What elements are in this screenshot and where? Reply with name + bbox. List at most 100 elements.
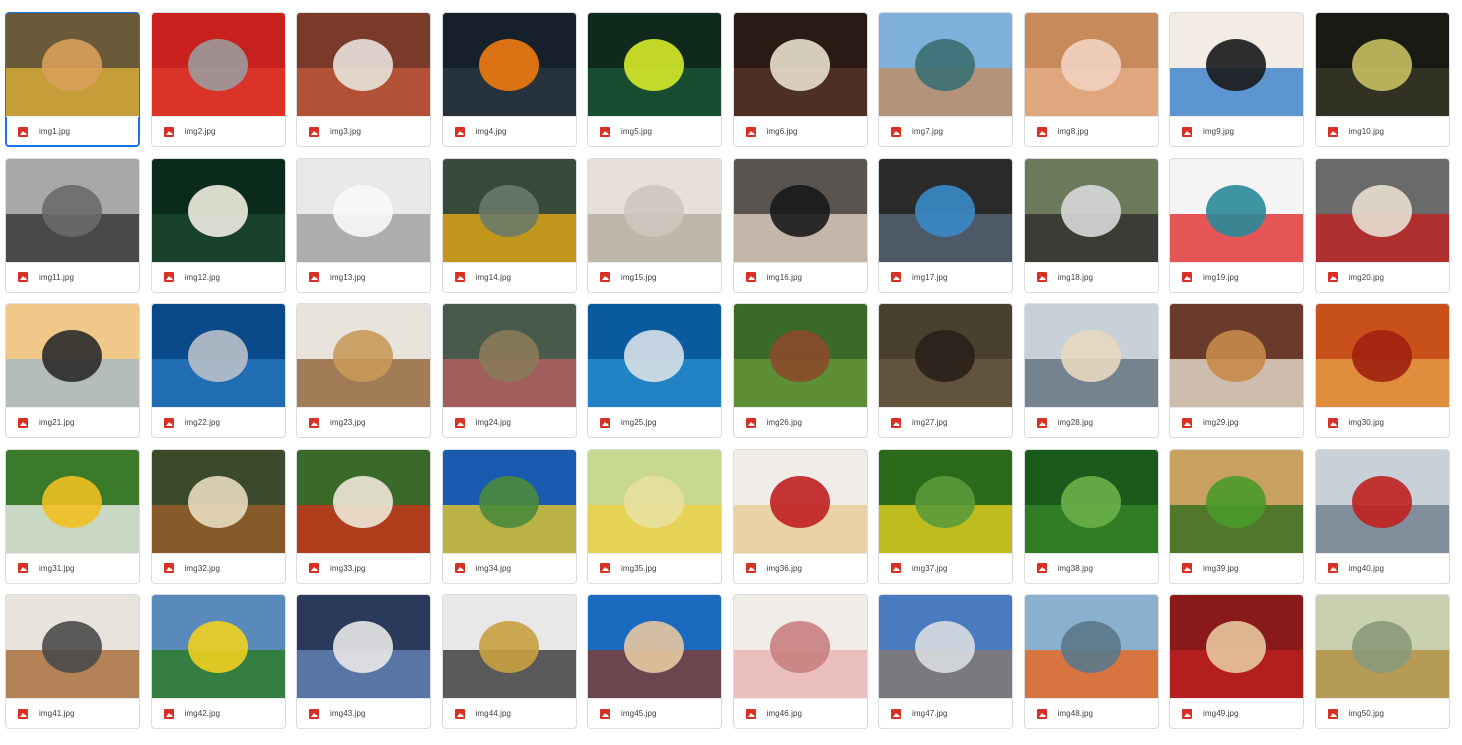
- image-file-icon: [18, 126, 28, 137]
- file-name: img48.jpg: [1057, 709, 1094, 718]
- file-caption: img12.jpg: [151, 261, 285, 292]
- file-tile[interactable]: img45.jpg: [587, 594, 722, 729]
- file-caption: img49.jpg: [1170, 698, 1303, 728]
- file-caption: img18.jpg: [1024, 261, 1158, 292]
- thumbnail-image: [1315, 449, 1449, 553]
- image-file-icon: [309, 708, 319, 719]
- file-tile[interactable]: img38.jpg: [1023, 448, 1159, 584]
- file-name: img20.jpg: [1348, 272, 1385, 282]
- file-tile[interactable]: img9.jpg: [1169, 12, 1304, 147]
- file-tile[interactable]: img15.jpg: [587, 157, 722, 293]
- thumbnail-image: [442, 449, 576, 553]
- image-file-icon: [1327, 708, 1338, 719]
- file-tile[interactable]: img46.jpg: [732, 594, 868, 729]
- image-file-icon: [745, 417, 756, 428]
- file-caption: img13.jpg: [297, 261, 430, 292]
- file-caption: img37.jpg: [879, 552, 1012, 583]
- file-tile[interactable]: img35.jpg: [587, 448, 722, 584]
- thumbnail-image: [588, 595, 721, 698]
- file-tile[interactable]: img50.jpg: [1314, 594, 1450, 729]
- file-tile[interactable]: img18.jpg: [1023, 157, 1159, 293]
- file-name: img10.jpg: [1348, 127, 1385, 136]
- file-tile[interactable]: img33.jpg: [296, 448, 431, 584]
- file-tile[interactable]: img2.jpg: [150, 12, 286, 147]
- file-tile[interactable]: img7.jpg: [878, 12, 1013, 147]
- image-file-icon: [891, 708, 901, 719]
- file-name: img38.jpg: [1057, 563, 1094, 573]
- file-name: img22.jpg: [184, 418, 221, 427]
- file-tile[interactable]: img31.jpg: [5, 448, 140, 584]
- file-tile[interactable]: img21.jpg: [5, 303, 140, 438]
- file-tile[interactable]: img42.jpg: [150, 594, 286, 729]
- file-tile[interactable]: img11.jpg: [5, 157, 140, 293]
- file-tile[interactable]: img13.jpg: [296, 157, 431, 293]
- file-tile[interactable]: img32.jpg: [150, 448, 286, 584]
- file-tile[interactable]: img28.jpg: [1023, 303, 1159, 438]
- file-caption: img1.jpg: [6, 116, 139, 146]
- image-file-icon: [454, 417, 465, 428]
- file-tile[interactable]: img43.jpg: [296, 594, 431, 729]
- file-tile[interactable]: img25.jpg: [587, 303, 722, 438]
- file-tile[interactable]: img23.jpg: [296, 303, 431, 438]
- image-file-icon: [454, 708, 465, 719]
- thumbnail-image: [297, 158, 430, 262]
- file-caption: img43.jpg: [297, 698, 430, 728]
- file-tile[interactable]: img6.jpg: [732, 12, 868, 147]
- file-tile[interactable]: img36.jpg: [732, 448, 868, 584]
- file-name: img50.jpg: [1348, 709, 1385, 718]
- file-tile[interactable]: img30.jpg: [1314, 303, 1450, 438]
- file-caption: img46.jpg: [733, 698, 867, 728]
- file-tile[interactable]: img34.jpg: [441, 448, 577, 584]
- file-tile[interactable]: img29.jpg: [1169, 303, 1304, 438]
- file-tile[interactable]: img27.jpg: [878, 303, 1013, 438]
- file-name: img18.jpg: [1057, 272, 1094, 282]
- file-caption: img8.jpg: [1024, 116, 1158, 146]
- file-caption: img5.jpg: [588, 116, 721, 146]
- file-tile[interactable]: img1.jpg: [5, 12, 140, 147]
- image-file-icon: [745, 272, 756, 282]
- file-tile[interactable]: img12.jpg: [150, 157, 286, 293]
- file-caption: img33.jpg: [297, 552, 430, 583]
- file-tile[interactable]: img10.jpg: [1314, 12, 1450, 147]
- file-tile[interactable]: img49.jpg: [1169, 594, 1304, 729]
- file-tile[interactable]: img48.jpg: [1023, 594, 1159, 729]
- file-name: img12.jpg: [184, 272, 221, 282]
- file-tile[interactable]: img16.jpg: [732, 157, 868, 293]
- file-caption: img22.jpg: [151, 407, 285, 437]
- file-tile[interactable]: img40.jpg: [1314, 448, 1450, 584]
- file-tile[interactable]: img24.jpg: [441, 303, 577, 438]
- file-tile[interactable]: img5.jpg: [587, 12, 722, 147]
- file-tile[interactable]: img37.jpg: [878, 448, 1013, 584]
- image-file-icon: [1036, 272, 1047, 282]
- thumbnail-image: [733, 13, 867, 116]
- file-tile[interactable]: img4.jpg: [441, 12, 577, 147]
- file-name: img14.jpg: [475, 272, 512, 282]
- image-file-icon: [1327, 417, 1338, 428]
- thumbnail-image: [1024, 449, 1158, 553]
- file-tile[interactable]: img17.jpg: [878, 157, 1013, 293]
- image-file-icon: [1182, 563, 1192, 573]
- file-tile[interactable]: img8.jpg: [1023, 12, 1159, 147]
- image-file-icon: [1327, 563, 1338, 573]
- file-tile[interactable]: img41.jpg: [5, 594, 140, 729]
- file-tile[interactable]: img22.jpg: [150, 303, 286, 438]
- file-tile[interactable]: img44.jpg: [441, 594, 577, 729]
- image-file-icon: [1036, 563, 1047, 573]
- file-tile[interactable]: img20.jpg: [1314, 157, 1450, 293]
- image-file-icon: [745, 126, 756, 137]
- image-file-icon: [454, 563, 465, 573]
- file-tile[interactable]: img14.jpg: [441, 157, 577, 293]
- file-tile[interactable]: img19.jpg: [1169, 157, 1304, 293]
- file-name: img7.jpg: [912, 127, 944, 136]
- file-caption: img41.jpg: [6, 698, 139, 728]
- file-tile[interactable]: img47.jpg: [878, 594, 1013, 729]
- file-tile[interactable]: img3.jpg: [296, 12, 431, 147]
- thumbnail-image: [151, 595, 285, 698]
- file-name: img17.jpg: [912, 272, 948, 282]
- thumbnail-image: [442, 13, 576, 116]
- file-caption: img20.jpg: [1315, 261, 1449, 292]
- thumbnail-image: [151, 13, 285, 116]
- file-tile[interactable]: img39.jpg: [1169, 448, 1304, 584]
- file-name: img39.jpg: [1203, 563, 1239, 573]
- file-tile[interactable]: img26.jpg: [732, 303, 868, 438]
